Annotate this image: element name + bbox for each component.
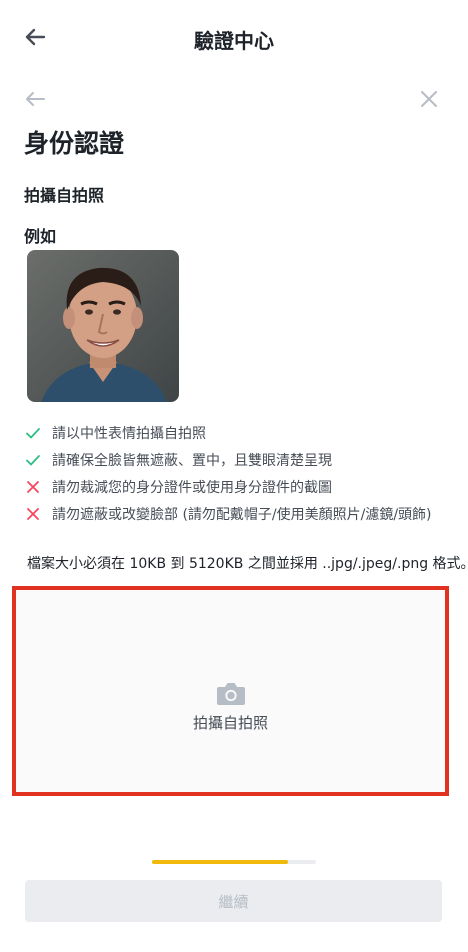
rule-text: 請確保全臉皆無遮蔽、置中，且雙眼清楚呈現 xyxy=(52,452,332,469)
check-icon xyxy=(26,454,40,465)
section-title: 拍攝自拍照 xyxy=(24,186,105,205)
page-title: 驗證中心 xyxy=(194,29,274,53)
rule-item: 請勿裁減您的身分證件或使用身分證件的截圖 xyxy=(24,473,464,500)
upload-label: 拍攝自拍照 xyxy=(192,714,268,732)
close-icon xyxy=(421,91,437,107)
arrow-left-icon xyxy=(26,92,45,106)
selfie-example-photo xyxy=(27,250,179,402)
camera-icon xyxy=(216,683,245,705)
step-back-button[interactable] xyxy=(22,88,48,110)
identity-verification-heading: 身份認證 xyxy=(24,129,125,158)
upload-content: 拍攝自拍照 xyxy=(16,680,445,733)
continue-button[interactable]: 繼續 xyxy=(25,880,442,922)
progress-fill xyxy=(152,860,289,864)
top-bar: 驗證中心 xyxy=(0,0,468,76)
file-requirements-note: 檔案大小必須在 10KB 到 5120KB 之間並採用 ..jpg/.jpeg/… xyxy=(27,556,468,572)
rule-text: 請以中性表情拍攝自拍照 xyxy=(52,425,206,442)
progress-bar xyxy=(152,860,316,864)
rule-text: 請勿遮蔽或改變臉部 (請勿配戴帽子/使用美顏照片/濾鏡/頭飾) xyxy=(52,506,432,523)
rule-item: 請以中性表情拍攝自拍照 xyxy=(24,419,464,446)
example-label: 例如 xyxy=(24,227,57,246)
close-button[interactable] xyxy=(418,88,440,110)
selfie-rules-list: 請以中性表情拍攝自拍照 請確保全臉皆無遮蔽、置中，且雙眼清楚呈現 請勿裁減您的身… xyxy=(24,419,464,527)
rule-item: 請確保全臉皆無遮蔽、置中，且雙眼清楚呈現 xyxy=(24,446,464,473)
rule-item: 請勿遮蔽或改變臉部 (請勿配戴帽子/使用美顏照片/濾鏡/頭飾) xyxy=(24,500,464,527)
selfie-upload-area[interactable]: 拍攝自拍照 xyxy=(12,586,449,796)
check-icon xyxy=(26,427,40,438)
rule-text: 請勿裁減您的身分證件或使用身分證件的截圖 xyxy=(52,479,332,496)
selfie-example-image xyxy=(27,250,179,402)
cross-icon xyxy=(27,507,39,520)
cross-icon xyxy=(27,480,39,493)
